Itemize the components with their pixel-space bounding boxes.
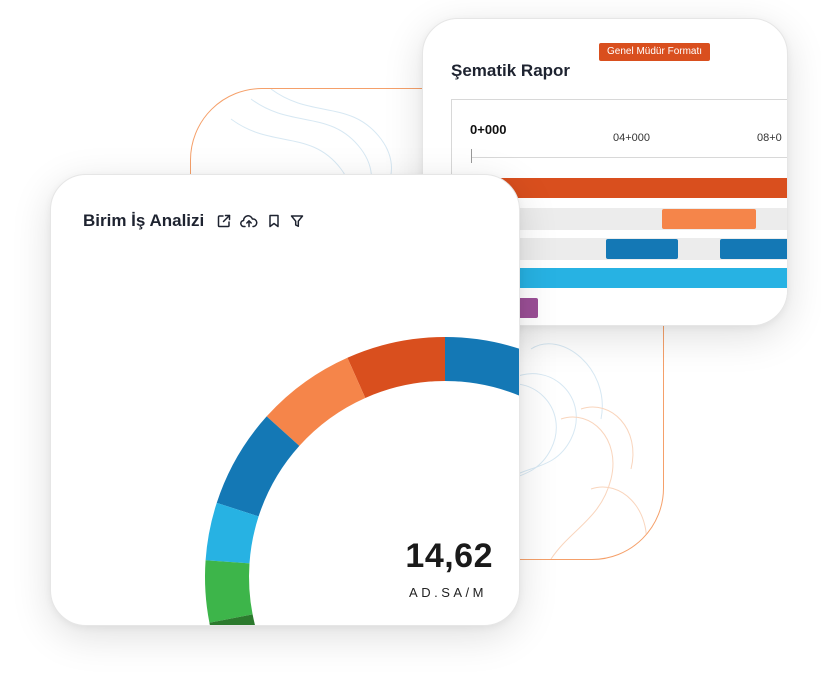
schedule-bar[interactable] [720, 239, 787, 259]
axis-tick-label: 04+000 [613, 132, 651, 144]
unit-analysis-card: Birim İş Analizi 14,62 AD.SA/M [50, 174, 520, 626]
donut-segment[interactable] [347, 337, 445, 398]
general-manager-format-badge[interactable]: Genel Müdür Formatı [599, 43, 711, 61]
donut-segment[interactable] [445, 337, 519, 401]
axis-tick-label: 0+000 [470, 122, 507, 137]
schedule-bar[interactable] [662, 209, 756, 229]
axis-line [472, 157, 787, 158]
donut-segment[interactable] [205, 560, 253, 623]
metric-unit: AD.SA/M [409, 585, 487, 600]
metric-value: 14,62 [405, 537, 493, 575]
axis-tick [471, 149, 472, 163]
schedule-bar[interactable] [606, 239, 678, 259]
axis-tick-label: 08+0 [757, 132, 782, 144]
schematic-report-title: Şematik Rapor [451, 61, 571, 80]
